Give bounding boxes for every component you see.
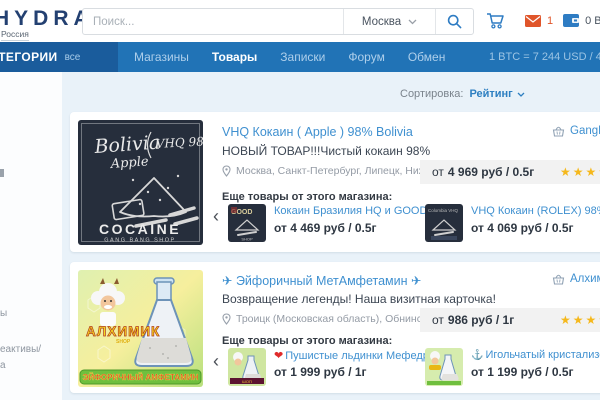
sidebar-item-fragment[interactable]: а	[0, 360, 6, 371]
related-product-title[interactable]: ⚓Игольчатый кристализованный	[471, 349, 600, 361]
nav-item-notes[interactable]: Записки	[280, 50, 325, 64]
image-text-shop-sub: SHOP	[116, 339, 131, 345]
location-pin-icon	[222, 165, 231, 177]
related-product: ШОП ❤Пушистые льдинки Мефедрон V... от 1…	[228, 348, 418, 388]
product-description: Возвращение легенды! Наша визитная карто…	[222, 292, 496, 306]
related-product: GOODSHOP Кокаин Бразилия HQ и GOOD от 4 …	[228, 204, 418, 244]
related-product-title[interactable]: VHQ Кокаин (ROLEX) 98% Colombia	[471, 205, 600, 217]
chevron-down-icon	[517, 92, 525, 97]
wallet-balance[interactable]: 0 BTC	[585, 15, 600, 27]
needle-icon: ⚓	[471, 350, 483, 361]
location-pin-icon	[222, 313, 231, 325]
seller-link[interactable]: GangBang	[552, 125, 600, 137]
svg-text:ШОП: ШОП	[242, 379, 252, 384]
more-from-shop-label: Еще товары от этого магазина:	[222, 335, 392, 347]
product-card: Bolivia Apple VHQ 98% COCAINE GANG BANG …	[70, 112, 600, 252]
price-bar: от 986 руб / 1г ★★★★★	[420, 308, 600, 332]
product-thumbnail[interactable]: GOODSHOP	[228, 204, 266, 242]
product-card: АЛХИМИК SHOP ЭЙФОРИЧНЫЙ АМФЕТАМИН ✈ Эйфо…	[70, 262, 600, 393]
sidebar: ы еактивы/ а ары	[0, 72, 62, 400]
product-thumbnail[interactable]: ШОП	[228, 348, 266, 386]
product-locations-text: Москва, Санкт-Петербург, Липецк, Нижний …	[236, 165, 420, 177]
sidebar-item-fragment[interactable]: ы	[0, 308, 7, 319]
image-text-grade: VHQ 98%	[155, 134, 203, 151]
product-title-link[interactable]: VHQ Кокаин ( Apple ) 98% Bolivia	[222, 125, 413, 139]
header-icons: 1 0 BTC co	[486, 12, 600, 29]
nav-items: Магазины Товары Записки Форум Обмен	[134, 42, 445, 72]
image-text-bolivia: Bolivia	[93, 131, 161, 158]
categories-menu[interactable]: КАТЕГОРИИ все	[0, 42, 118, 72]
rating-stars: ★★★★★	[560, 160, 600, 184]
seller-shop-icon	[552, 274, 565, 285]
rating-stars: ★★★★★	[560, 308, 600, 332]
categories-label: КАТЕГОРИИ	[0, 50, 58, 64]
search-input[interactable]	[83, 9, 343, 34]
related-product-price: от 4 069 руб / 0.5г	[471, 221, 574, 235]
product-locations: Москва, Санкт-Петербург, Липецк, Нижний …	[222, 165, 420, 177]
price-value: 4 969 руб / 0.5г	[448, 165, 534, 179]
product-locations: Троицк (Московская область), Обнинск, Мо…	[222, 313, 420, 325]
related-product: Colombia VHQ VHQ Кокаин (ROLEX) 98% Colo…	[425, 204, 600, 244]
related-product-price: от 4 469 руб / 0.5г	[274, 221, 377, 235]
nav-item-forum[interactable]: Форум	[348, 50, 384, 64]
price-prefix: от	[432, 313, 444, 327]
product-thumbnail[interactable]: Colombia VHQ	[425, 204, 463, 242]
image-text-apple: Apple	[109, 154, 149, 172]
seller-name: GangBang	[570, 125, 600, 137]
search-icon	[447, 14, 462, 29]
sidebar-icon-fragment	[0, 169, 4, 177]
nav-item-shops[interactable]: Магазины	[134, 50, 189, 64]
price-value: 986 руб / 1г	[448, 313, 514, 327]
related-product: ⚓Игольчатый кристализованный от 1 199 ру…	[425, 348, 600, 388]
product-locations-text: Троицк (Московская область), Обнинск, Мо…	[236, 313, 420, 325]
product-title-link[interactable]: ✈ Эйфоричный МетАмфетамин ✈	[222, 273, 421, 288]
image-text-shop: АЛХИМИК	[86, 324, 160, 339]
sorting-value: Рейтинг	[469, 88, 512, 100]
related-product-title[interactable]: Кокаин Бразилия HQ и GOOD	[274, 205, 427, 217]
image-text-caption: COCAINE	[99, 221, 181, 237]
product-thumbnail[interactable]	[425, 348, 463, 386]
thumb-text: Colombia VHQ	[428, 208, 459, 213]
seller-name: Алхимик	[570, 273, 600, 285]
search-button[interactable]	[435, 9, 473, 34]
messages-count: 1	[547, 15, 553, 27]
main-nav: КАТЕГОРИИ все Магазины Товары Записки Фо…	[0, 42, 600, 72]
product-description: НОВЫЙ ТОВАР!!!Чистый кокаин 98%	[222, 144, 430, 158]
sidebar-item-fragment[interactable]: еактивы/	[0, 344, 41, 355]
city-select-value: Москва	[362, 16, 401, 28]
messages-icon[interactable]	[525, 15, 541, 27]
chevron-down-icon	[408, 19, 417, 25]
header: HYDRA Россия Москва 1 0 BTC co	[0, 0, 600, 42]
product-image[interactable]: АЛХИМИК SHOP ЭЙФОРИЧНЫЙ АМФЕТАМИН	[78, 270, 203, 387]
image-text-banner: ЭЙФОРИЧНЫЙ АМФЕТАМИН	[83, 373, 199, 382]
cart-icon[interactable]	[486, 12, 505, 29]
nav-item-goods[interactable]: Товары	[212, 50, 257, 64]
categories-all-label: все	[65, 52, 81, 63]
carousel-prev-icon[interactable]: ‹	[213, 354, 219, 368]
search-bar: Москва	[82, 8, 474, 35]
logo[interactable]: HYDRA	[0, 7, 94, 31]
nav-item-exchange[interactable]: Обмен	[408, 50, 446, 64]
city-select[interactable]: Москва	[343, 9, 435, 34]
heart-icon: ❤	[274, 350, 283, 362]
price-bar: от 4 969 руб / 0.5г ★★★★★	[420, 160, 600, 184]
image-text-caption-sub: GANG BANG SHOP	[104, 238, 175, 244]
more-from-shop-label: Еще товары от этого магазина:	[222, 191, 392, 203]
related-product-price: от 1 199 руб / 0.5г	[471, 365, 574, 379]
carousel-prev-icon[interactable]: ‹	[213, 209, 219, 223]
logo-country[interactable]: Россия	[1, 29, 29, 41]
related-product-price: от 1 999 руб / 1г	[274, 365, 367, 379]
btc-rate: 1 BTC = 7 244 USD / 455 5	[489, 42, 600, 72]
sorting-label: Сортировка:	[400, 88, 463, 100]
seller-link[interactable]: Алхимик	[552, 273, 600, 285]
price-prefix: от	[432, 165, 444, 179]
sorting-row: Сортировка: Рейтинг	[400, 86, 600, 102]
seller-shop-icon	[552, 126, 565, 137]
sorting-select[interactable]: Рейтинг	[469, 88, 524, 100]
svg-text:SHOP: SHOP	[241, 237, 253, 242]
wallet-icon[interactable]	[563, 14, 579, 27]
product-image[interactable]: Bolivia Apple VHQ 98% COCAINE GANG BANG …	[78, 120, 203, 245]
